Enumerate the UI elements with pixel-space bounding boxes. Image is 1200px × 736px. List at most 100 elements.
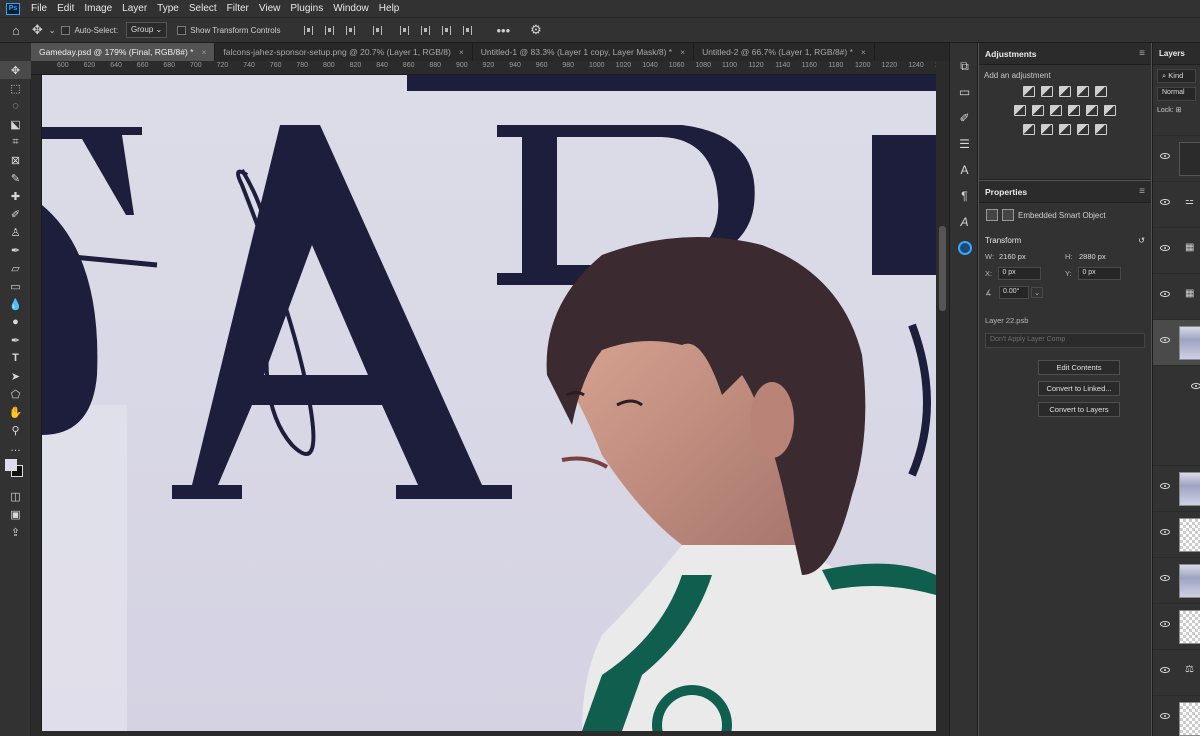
gear-icon[interactable]: ⚙ (530, 22, 542, 38)
type-tool-icon[interactable]: T (0, 349, 31, 367)
layer-row[interactable]: ▦ (1153, 227, 1200, 273)
height-value[interactable]: 2880 px (1079, 252, 1123, 261)
hue-saturation-icon[interactable] (1014, 105, 1026, 116)
show-transform-checkbox[interactable]: Show Transform Controls (177, 25, 280, 35)
layer-row[interactable]: ⚍ (1153, 181, 1200, 227)
vibrance-icon[interactable] (1095, 86, 1107, 97)
blur-tool-icon[interactable]: 💧 (0, 295, 31, 313)
menu-view[interactable]: View (254, 0, 286, 17)
close-icon[interactable]: × (459, 43, 464, 61)
menu-edit[interactable]: Edit (52, 0, 79, 17)
marquee-tool-icon[interactable]: ⬚ (0, 79, 31, 97)
channel-mixer-icon[interactable] (1086, 105, 1098, 116)
angle-input[interactable]: 0.00° (999, 286, 1029, 299)
invert-icon[interactable] (1023, 124, 1035, 135)
eye-icon[interactable] (1160, 153, 1170, 159)
healing-tool-icon[interactable]: ✚ (0, 187, 31, 205)
eraser-tool-icon[interactable]: ▱ (0, 259, 31, 277)
chevron-down-icon[interactable]: ⌄ (1031, 287, 1044, 298)
eye-icon[interactable] (1160, 483, 1170, 489)
layer-comp-select[interactable]: Don't Apply Layer Comp (985, 333, 1145, 348)
tab-untitled-2[interactable]: Untitled-2 @ 66.7% (Layer 1, RGB/8#) * × (694, 43, 875, 61)
gradient-tool-icon[interactable]: ▭ (0, 277, 31, 295)
frame-tool-icon[interactable]: ⊠ (0, 151, 31, 169)
foreground-color[interactable] (5, 459, 17, 471)
scrollbar-thumb[interactable] (939, 226, 946, 311)
eye-icon[interactable] (1191, 383, 1200, 389)
properties-circle-icon[interactable] (950, 235, 979, 261)
lasso-tool-icon[interactable]: ◌ (0, 97, 31, 115)
menu-help[interactable]: Help (374, 0, 405, 17)
dodge-tool-icon[interactable]: ● (0, 313, 31, 331)
photoshop-logo[interactable]: Ps (6, 2, 20, 15)
eye-icon[interactable] (1160, 199, 1170, 205)
convert-to-layers-button[interactable]: Convert to Layers (1038, 402, 1120, 417)
exposure-icon[interactable] (1077, 86, 1089, 97)
levels-icon[interactable] (1041, 86, 1053, 97)
align-right-icon[interactable] (346, 25, 356, 35)
eye-icon[interactable] (1160, 713, 1170, 719)
x-input[interactable]: 0 px (998, 267, 1041, 280)
align-middle-icon[interactable] (400, 25, 410, 35)
selective-color-icon[interactable] (1077, 124, 1089, 135)
properties-title[interactable]: Properties (985, 187, 1027, 197)
tab-layers[interactable]: Layers (1159, 49, 1185, 58)
distribute-horizontal-icon[interactable] (463, 25, 473, 35)
align-center-icon[interactable] (325, 25, 335, 35)
quick-mask-icon[interactable]: ◫ (0, 487, 31, 505)
share-icon[interactable]: ⇪ (0, 523, 31, 541)
eye-icon[interactable] (1160, 575, 1170, 581)
gradient-map-icon[interactable] (1095, 124, 1107, 135)
hand-tool-icon[interactable]: ✋ (0, 403, 31, 421)
tab-untitled-1[interactable]: Untitled-1 @ 83.3% (Layer 1 copy, Layer … (473, 43, 695, 61)
convert-to-linked-button[interactable]: Convert to Linked... (1038, 381, 1120, 396)
checkbox-box[interactable] (177, 25, 187, 35)
close-icon[interactable]: × (201, 43, 206, 61)
screen-mode-icon[interactable]: ▣ (0, 505, 31, 523)
curves-icon[interactable] (1059, 86, 1071, 97)
eye-icon[interactable] (1160, 245, 1170, 251)
layer-row[interactable] (1153, 695, 1200, 736)
menu-select[interactable]: Select (184, 0, 222, 17)
layer-row[interactable] (1153, 603, 1200, 649)
adjustments-title[interactable]: Adjustments (985, 49, 1036, 59)
y-input[interactable]: 0 px (1078, 267, 1121, 280)
glyphs-icon[interactable]: A (950, 209, 979, 235)
checkbox-box[interactable] (61, 25, 71, 35)
color-balance-icon[interactable] (1032, 105, 1044, 116)
menu-image[interactable]: Image (79, 0, 117, 17)
chevron-down-icon[interactable]: ⌄ (49, 26, 56, 35)
menu-plugins[interactable]: Plugins (285, 0, 328, 17)
smart-object-icon[interactable] (1002, 209, 1014, 221)
close-icon[interactable]: × (680, 43, 685, 61)
character-icon[interactable]: A (950, 157, 979, 183)
color-swatches[interactable] (0, 457, 31, 487)
zoom-tool-icon[interactable]: ⚲ (0, 421, 31, 439)
color-lookup-icon[interactable] (1104, 105, 1116, 116)
layer-row[interactable] (1153, 557, 1200, 603)
menu-window[interactable]: Window (328, 0, 374, 17)
eye-icon[interactable] (1160, 337, 1170, 343)
eye-icon[interactable] (1160, 529, 1170, 535)
edit-contents-button[interactable]: Edit Contents (1038, 360, 1120, 375)
auto-select-dropdown[interactable]: Group ⌄ (126, 22, 168, 38)
panel-menu-icon[interactable]: ≡ (1139, 48, 1145, 59)
eye-icon[interactable] (1160, 291, 1170, 297)
align-bottom-icon[interactable] (421, 25, 431, 35)
width-value[interactable]: 2160 px (999, 252, 1043, 261)
menu-file[interactable]: File (26, 0, 52, 17)
object-select-tool-icon[interactable]: ⬕ (0, 115, 31, 133)
sliders-icon[interactable]: ☰ (950, 131, 979, 157)
reset-icon[interactable]: ↺ (1138, 236, 1145, 245)
crop-tool-icon[interactable]: ⌗ (0, 133, 31, 151)
libraries-icon[interactable]: ⧉ (950, 53, 979, 79)
pen-tool-icon[interactable]: ✒ (0, 331, 31, 349)
layer-row-selected[interactable] (1153, 319, 1200, 365)
black-white-icon[interactable] (1050, 105, 1062, 116)
menu-type[interactable]: Type (152, 0, 184, 17)
layer-row[interactable]: ▦ (1153, 273, 1200, 319)
tab-gameday[interactable]: Gameday.psd @ 179% (Final, RGB/8#) * × (31, 43, 216, 61)
move-tool-icon[interactable]: ✥ (32, 22, 43, 38)
distribute-icon[interactable] (442, 25, 452, 35)
align-left-icon[interactable] (304, 25, 314, 35)
